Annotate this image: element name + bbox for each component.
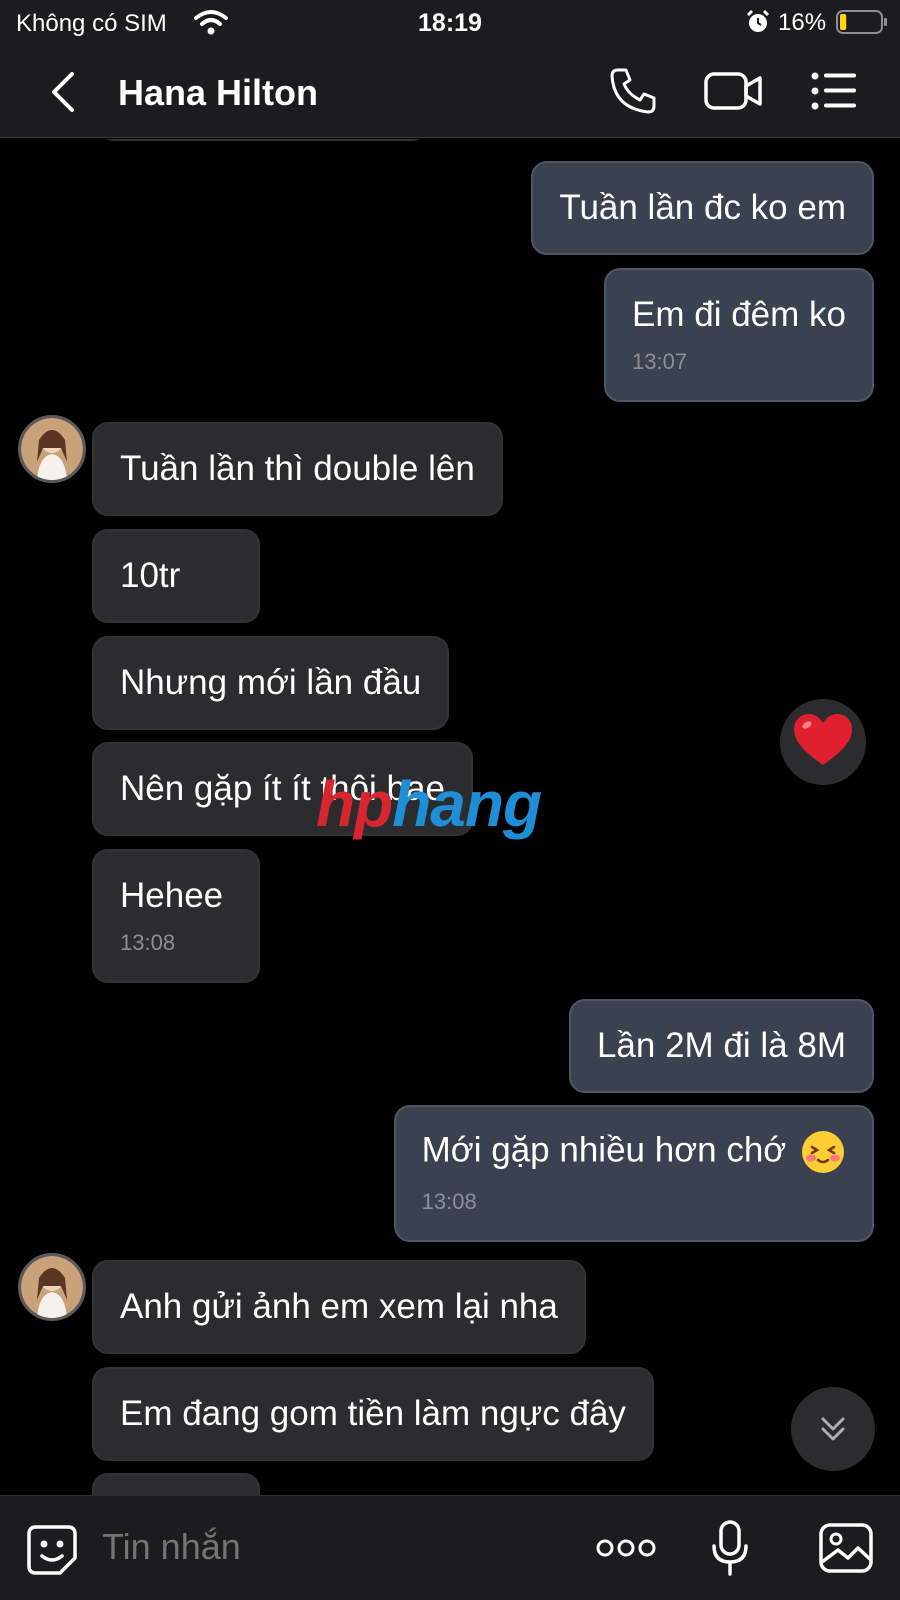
message-bubble-incoming[interactable]: Hehee 13:08 [92,849,260,983]
message-bubble-outgoing[interactable]: Em đi đêm ko 13:07 [604,268,874,402]
microphone-icon[interactable] [710,1520,750,1576]
message-text: Tuần lần đc ko em [559,188,846,227]
message-text: Hehee [120,876,224,915]
reaction-heart-button[interactable] [780,699,866,785]
previous-message-bubble [98,139,428,141]
message-text: Mới gặp nhiều hơn chớ [421,1130,787,1170]
blushing-face-emoji-icon [802,1131,844,1173]
avatar-photo [21,418,83,480]
alarm-icon [746,9,770,32]
message-bubble-incoming[interactable]: Tuần lần thì double lên [92,422,503,516]
message-timestamp: 13:08 [421,1189,477,1214]
message-timestamp: 13:08 [120,930,176,955]
avatar-photo [21,1256,83,1318]
message-timestamp: 13:07 [632,349,688,374]
double-chevron-down-icon [821,1417,845,1441]
message-bubble-outgoing[interactable]: Mới gặp nhiều hơn chớ 13:08 [393,1105,874,1242]
image-icon[interactable] [818,1522,874,1574]
message-text: Nhưng mới lần đầu [120,663,422,702]
message-text: 10tr [120,556,181,595]
message-input[interactable] [102,1526,542,1568]
message-text: Anh gửi ảnh em xem lại nha [120,1287,558,1326]
scroll-to-bottom-button[interactable] [791,1387,875,1471]
red-heart-icon [794,714,852,765]
battery-icon [836,10,887,34]
message-text: Em đi đêm ko [632,295,846,334]
chat-header: Hana Hilton [0,46,900,138]
message-bubble-outgoing[interactable]: Lần 2M đi là 8M [568,999,874,1093]
video-call-icon[interactable] [704,68,764,114]
message-bubble-outgoing[interactable]: Tuần lần đc ko em [531,161,874,255]
message-text: Tuần lần thì double lên [120,449,475,488]
status-bar: Không có SIM 18:19 16% [0,0,900,46]
contact-avatar[interactable] [18,415,86,483]
message-bubble-incoming[interactable]: 10tr [92,529,260,623]
phone-icon[interactable] [608,66,658,116]
message-text: Lần 2M đi là 8M [596,1026,846,1065]
battery-percent: 16% [778,9,827,36]
message-bubble-incoming-partial[interactable] [92,1473,260,1495]
menu-list-icon[interactable] [810,70,858,112]
more-options-icon[interactable] [596,1536,656,1560]
contact-avatar[interactable] [18,1253,86,1321]
message-bubble-incoming[interactable]: Anh gửi ảnh em xem lại nha [92,1260,586,1354]
message-list[interactable]: Tuần lần đc ko em Em đi đêm ko 13:07 Tuầ… [0,139,900,1495]
sticker-icon[interactable] [26,1524,78,1576]
message-bubble-incoming[interactable]: Em đang gom tiền làm ngực đây [92,1367,654,1461]
message-input-bar [0,1495,900,1600]
watermark-logo: hphang [316,768,542,840]
message-text: Em đang gom tiền làm ngực đây [120,1394,626,1433]
contact-name[interactable]: Hana Hilton [118,72,318,114]
message-bubble-incoming[interactable]: Nhưng mới lần đầu [92,636,450,730]
back-icon[interactable] [44,68,80,116]
